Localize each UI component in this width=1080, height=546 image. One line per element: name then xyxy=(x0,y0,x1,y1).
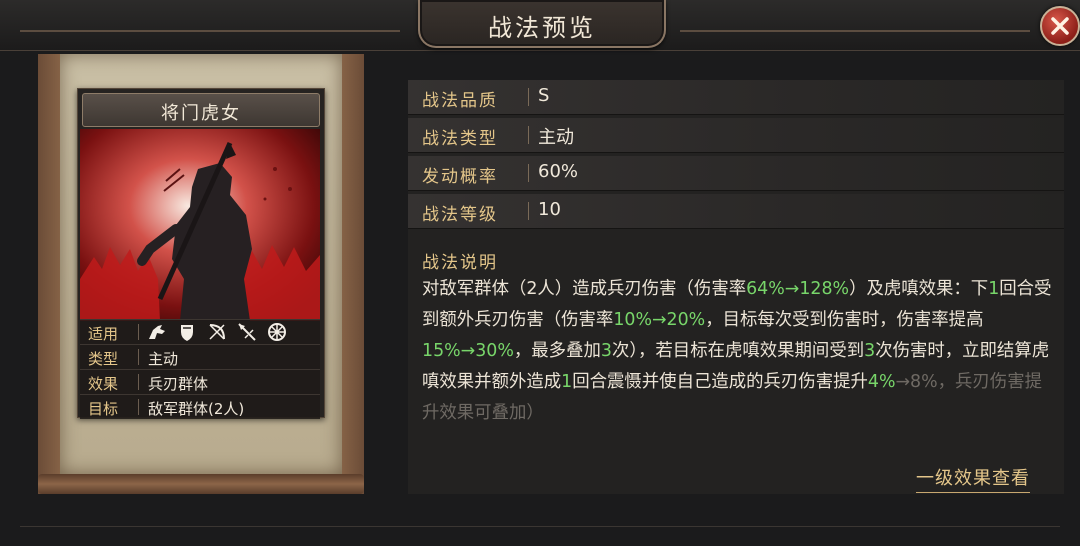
info-row-key: 战法类型 xyxy=(422,129,498,149)
description-segment: 15%→30% xyxy=(422,341,514,361)
card-row-effect: 效果 兵刃群体 xyxy=(80,369,320,394)
title-plate: 战法预览 xyxy=(418,0,666,48)
description-segment: 4% xyxy=(867,372,896,392)
top-bar: 战法预览 xyxy=(0,0,1080,51)
header-divider-left xyxy=(20,30,400,32)
info-row-divider xyxy=(528,202,529,220)
card-row-divider xyxy=(138,349,139,365)
description-segment: 3 xyxy=(600,341,612,361)
close-icon xyxy=(1051,17,1069,35)
card-row-key: 效果 xyxy=(88,375,119,393)
header-divider-right xyxy=(680,30,1030,32)
info-row-type: 战法类型 主动 xyxy=(408,118,1064,153)
card-row-value: 主动 xyxy=(148,350,179,368)
card-row-divider xyxy=(138,374,139,390)
card-row-type: 类型 主动 xyxy=(80,344,320,369)
spear-icon xyxy=(236,321,258,343)
info-row-level: 战法等级 10 xyxy=(408,194,1064,229)
skill-description: 对敌军群体（2人）造成兵刃伤害（伤害率64%→128%）及虎嗔效果：下1回合受到… xyxy=(422,274,1058,460)
info-row-divider xyxy=(528,164,529,182)
card-row-divider xyxy=(138,399,139,415)
description-segment: 回合震慑并使自己造成的兵刃伤害提升 xyxy=(572,372,868,392)
warrior-illustration xyxy=(80,129,320,321)
level-one-effect-link[interactable]: 一级效果查看 xyxy=(916,464,1030,493)
description-segment: 1 xyxy=(988,279,1000,299)
description-segment: 3 xyxy=(864,341,876,361)
close-button[interactable] xyxy=(1040,6,1080,46)
skill-info-panel: 战法品质 S 战法类型 主动 发动概率 60% 战法等级 10 战法说明 对敌军… xyxy=(408,80,1064,494)
card-row-key: 类型 xyxy=(88,350,119,368)
info-row-quality: 战法品质 S xyxy=(408,80,1064,115)
skill-name: 将门虎女 xyxy=(161,103,241,124)
info-row-divider xyxy=(528,88,529,106)
card-row-divider xyxy=(138,324,139,340)
troop-type-icons xyxy=(146,321,288,343)
card-row-applicable: 适用 xyxy=(80,319,320,344)
bottom-divider xyxy=(20,526,1060,527)
scroll-roller xyxy=(38,474,364,494)
card-row-target: 目标 敌军群体(2人) xyxy=(80,394,320,419)
bow-icon xyxy=(206,321,228,343)
description-segment: 1 xyxy=(561,372,573,392)
card-row-value: 敌军群体(2人) xyxy=(148,400,245,418)
description-segment: ，目标每次受到伤害时，伤害率提高 xyxy=(705,310,984,330)
description-segment: 64%→128% xyxy=(746,279,850,299)
skill-card-title: 将门虎女 xyxy=(82,93,320,127)
description-segment: ）及虎嗔效果：下 xyxy=(849,279,989,299)
description-segment: 对敌军群体（2人）造成兵刃伤害（伤害率 xyxy=(422,279,747,299)
skill-card-art xyxy=(80,129,320,321)
card-row-key: 目标 xyxy=(88,400,119,418)
info-row-key: 战法等级 xyxy=(422,205,498,225)
card-row-value: 兵刃群体 xyxy=(148,375,209,393)
info-row-value: 主动 xyxy=(538,127,574,148)
info-row-value: S xyxy=(538,85,550,106)
wheel-icon xyxy=(266,321,288,343)
page-title: 战法预览 xyxy=(488,14,596,42)
info-row-trigger-rate: 发动概率 60% xyxy=(408,156,1064,191)
info-row-key: 发动概率 xyxy=(422,167,498,187)
skill-card-rows: 适用 类型 主动 效果 兵刃群体 目标 敌军群体(2人) xyxy=(80,319,320,419)
shield-icon xyxy=(176,321,198,343)
description-segment: 10%→20% xyxy=(613,310,706,330)
info-row-value: 60% xyxy=(538,161,579,182)
info-row-value: 10 xyxy=(538,199,561,220)
description-title: 战法说明 xyxy=(422,253,498,273)
description-segment: ，最多叠加 xyxy=(513,341,601,361)
skill-card: 将门虎女 适用 类型 主动 效果 兵刃群体 目标 敌军群体(2人) xyxy=(77,88,325,419)
info-row-key: 战法品质 xyxy=(422,91,498,111)
card-row-key: 适用 xyxy=(88,325,119,343)
cavalry-icon xyxy=(146,321,168,343)
description-segment: 次），若目标在虎嗔效果期间受到 xyxy=(611,341,865,361)
info-row-divider xyxy=(528,126,529,144)
